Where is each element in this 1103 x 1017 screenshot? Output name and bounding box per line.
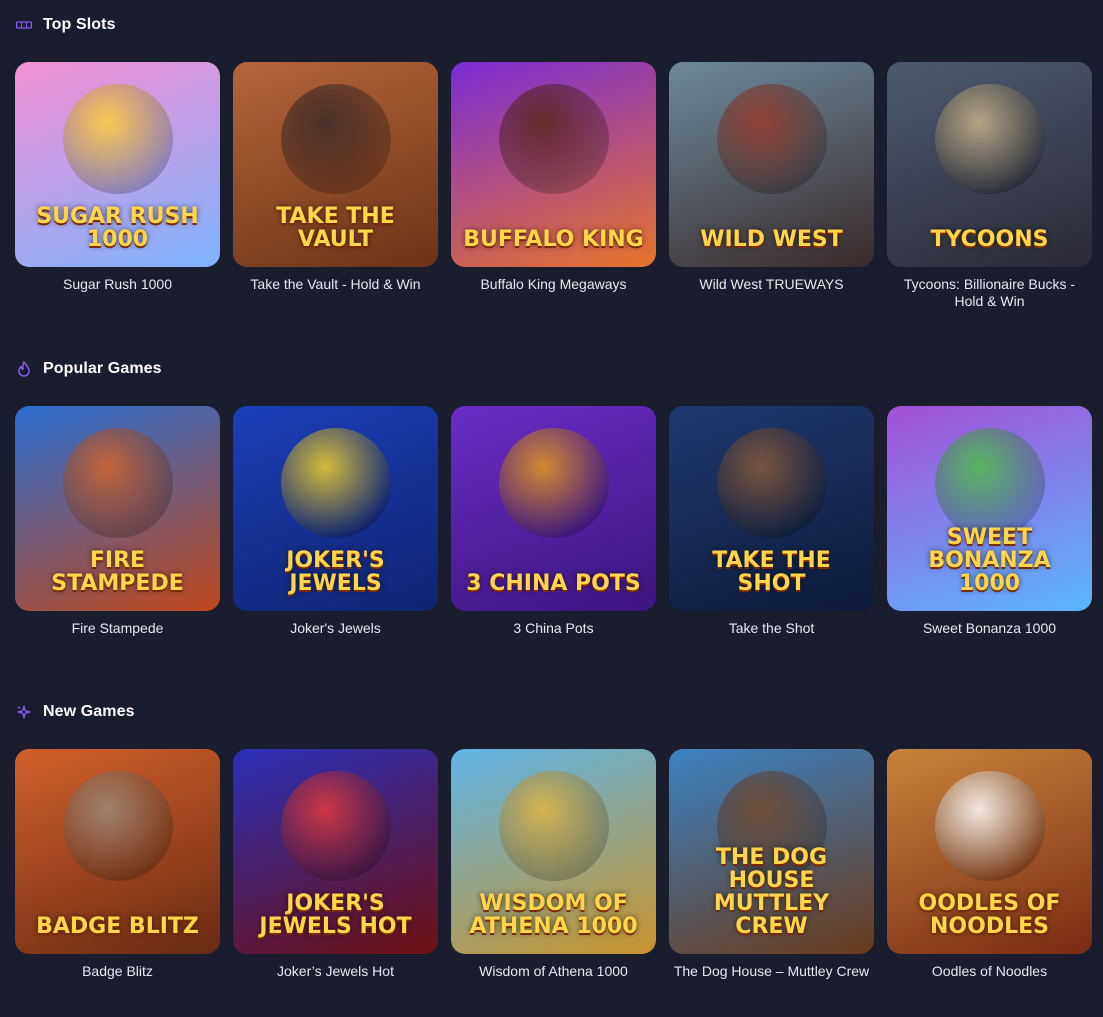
game-thumbnail[interactable]: Take the Vault (233, 62, 438, 267)
game-card-oodles-of-noodles[interactable]: Oodles of Noodles Oodles of Noodles (887, 749, 1092, 980)
game-logo: Oodles of Noodles (918, 890, 1061, 939)
game-artwork (716, 84, 827, 194)
game-card-fire-stampede[interactable]: Fire Stampede Fire Stampede (15, 406, 220, 637)
slots-icon (15, 16, 33, 34)
flame-icon (15, 360, 33, 378)
game-artwork (934, 771, 1045, 881)
game-card-wisdom-of-athena-1000[interactable]: Wisdom of Athena 1000 Wisdom of Athena 10… (451, 749, 656, 980)
game-artwork (934, 84, 1045, 194)
game-artwork (62, 84, 173, 194)
game-logo: Take the Vault (276, 203, 395, 252)
game-card-the-dog-house-muttley-crew[interactable]: The Dog House Muttley Crew The Dog House … (669, 749, 874, 980)
game-thumbnail[interactable]: 3 China Pots (451, 406, 656, 611)
game-card-3-china-pots[interactable]: 3 China Pots 3 China Pots (451, 406, 656, 637)
section-popular-games: Popular Games Fire Stampede Fire Stampede J… (0, 344, 1103, 674)
game-thumbnail[interactable]: Wisdom of Athena 1000 (451, 749, 656, 954)
game-artwork (934, 428, 1045, 538)
game-artwork (62, 428, 173, 538)
game-thumbnail[interactable]: Wild West (669, 62, 874, 267)
game-logo: Wisdom of Athena 1000 (469, 890, 638, 939)
game-thumbnail[interactable]: The Dog House Muttley Crew (669, 749, 874, 954)
game-logo: Buffalo King (463, 226, 644, 252)
game-artwork (716, 428, 827, 538)
section-top-slots: Top Slots Sugar Rush 1000 Sugar Rush 1000 T… (0, 0, 1103, 330)
game-title[interactable]: Oodles of Noodles (887, 963, 1092, 980)
game-logo: Take the Shot (712, 547, 831, 596)
game-card-take-the-shot[interactable]: Take the Shot Take the Shot (669, 406, 874, 637)
game-logo: Badge Blitz (36, 913, 199, 939)
game-title[interactable]: Joker’s Jewels Hot (233, 963, 438, 980)
game-card-tycoons-billionaire-bucks-hold-win[interactable]: Tycoons Tycoons: Billionaire Bucks - Hold… (887, 62, 1092, 310)
game-thumbnail[interactable]: Take the Shot (669, 406, 874, 611)
game-title[interactable]: Wild West TRUEWAYS (669, 276, 874, 293)
game-title[interactable]: Fire Stampede (15, 620, 220, 637)
game-card-wild-west-trueways[interactable]: Wild West Wild West TRUEWAYS (669, 62, 874, 293)
game-thumbnail[interactable]: Buffalo King (451, 62, 656, 267)
game-title[interactable]: Take the Shot (669, 620, 874, 637)
game-title[interactable]: 3 China Pots (451, 620, 656, 637)
game-logo: Joker's Jewels (286, 547, 385, 596)
game-card-badge-blitz[interactable]: Badge Blitz Badge Blitz (15, 749, 220, 980)
game-artwork (62, 771, 173, 881)
section-header: Popular Games (15, 359, 162, 379)
game-logo: Sugar Rush 1000 (36, 203, 199, 252)
game-logo: Wild West (700, 226, 843, 252)
section-new-games: New Games Badge Blitz Badge Blitz Joker's J… (0, 687, 1103, 1017)
game-title[interactable]: Joker's Jewels (233, 620, 438, 637)
game-card-joker-s-jewels-hot[interactable]: Joker's Jewels Hot Joker’s Jewels Hot (233, 749, 438, 980)
game-title[interactable]: Buffalo King Megaways (451, 276, 656, 293)
section-header: Top Slots (15, 15, 116, 35)
game-title[interactable]: Badge Blitz (15, 963, 220, 980)
game-card-joker-s-jewels[interactable]: Joker's Jewels Joker's Jewels (233, 406, 438, 637)
game-artwork (498, 84, 609, 194)
game-title[interactable]: Tycoons: Billionaire Bucks - Hold & Win (887, 276, 1092, 310)
game-logo: Fire Stampede (51, 547, 184, 596)
game-card-sugar-rush-1000[interactable]: Sugar Rush 1000 Sugar Rush 1000 (15, 62, 220, 293)
section-title: Top Slots (43, 16, 116, 33)
sparkles-icon (15, 703, 33, 721)
game-card-buffalo-king-megaways[interactable]: Buffalo King Buffalo King Megaways (451, 62, 656, 293)
game-title[interactable]: Take the Vault - Hold & Win (233, 276, 438, 293)
game-thumbnail[interactable]: Sugar Rush 1000 (15, 62, 220, 267)
game-thumbnail[interactable]: Sweet Bonanza 1000 (887, 406, 1092, 611)
game-artwork (498, 771, 609, 881)
game-title[interactable]: Sugar Rush 1000 (15, 276, 220, 293)
section-title: New Games (43, 703, 135, 720)
game-card-sweet-bonanza-1000[interactable]: Sweet Bonanza 1000 Sweet Bonanza 1000 (887, 406, 1092, 637)
game-thumbnail[interactable]: Fire Stampede (15, 406, 220, 611)
game-title[interactable]: Wisdom of Athena 1000 (451, 963, 656, 980)
game-logo: 3 China Pots (466, 570, 641, 596)
game-thumbnail[interactable]: Oodles of Noodles (887, 749, 1092, 954)
game-logo: Tycoons (930, 226, 1049, 252)
game-artwork (716, 771, 827, 881)
game-artwork (280, 771, 391, 881)
game-title[interactable]: The Dog House – Muttley Crew (669, 963, 874, 980)
game-title[interactable]: Sweet Bonanza 1000 (887, 620, 1092, 637)
game-artwork (280, 84, 391, 194)
game-thumbnail[interactable]: Tycoons (887, 62, 1092, 267)
game-card-take-the-vault-hold-win[interactable]: Take the Vault Take the Vault - Hold & Wi… (233, 62, 438, 293)
game-logo: Joker's Jewels Hot (259, 890, 412, 939)
game-thumbnail[interactable]: Badge Blitz (15, 749, 220, 954)
game-artwork (280, 428, 391, 538)
game-thumbnail[interactable]: Joker's Jewels Hot (233, 749, 438, 954)
game-thumbnail[interactable]: Joker's Jewels (233, 406, 438, 611)
section-title: Popular Games (43, 360, 162, 377)
game-artwork (498, 428, 609, 538)
section-header: New Games (15, 702, 135, 722)
